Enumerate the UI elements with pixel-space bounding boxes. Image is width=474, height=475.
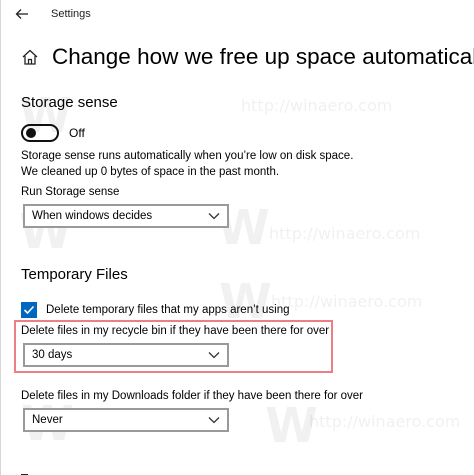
- checkmark-icon: [23, 305, 35, 315]
- watermark-text: http://winaero.com: [241, 96, 393, 115]
- home-icon[interactable]: [21, 48, 39, 66]
- storage-sense-toggle-row: Off: [21, 124, 85, 142]
- downloads-folder-label: Delete files in my Downloads folder if t…: [21, 390, 363, 402]
- delete-temp-files-label: Delete temporary files that my apps aren…: [46, 304, 290, 316]
- run-storage-sense-label: Run Storage sense: [21, 186, 120, 198]
- run-storage-sense-value: When windows decides: [32, 210, 153, 222]
- toggle-knob: [26, 128, 36, 138]
- next-section-heading-cut: [21, 466, 31, 475]
- title-bar: Settings: [1, 0, 474, 30]
- delete-temp-files-checkbox[interactable]: [21, 302, 37, 318]
- storage-sense-description-line1: Storage sense runs automatically when yo…: [21, 150, 354, 162]
- storage-sense-description-line2: We cleaned up 0 bytes of space in the pa…: [21, 166, 280, 178]
- toggle-state-label: Off: [69, 126, 85, 140]
- downloads-folder-dropdown[interactable]: Never: [23, 408, 229, 432]
- storage-sense-heading: Storage sense: [21, 94, 118, 111]
- run-storage-sense-dropdown[interactable]: When windows decides: [23, 204, 229, 228]
- settings-window: W http://winaero.com W http://winaero.co…: [0, 0, 474, 475]
- page-header: Change how we free up space automaticall…: [21, 42, 474, 72]
- chevron-down-icon: [208, 352, 220, 359]
- delete-temp-files-row: Delete temporary files that my apps aren…: [21, 302, 290, 318]
- back-button[interactable]: [11, 4, 35, 24]
- temporary-files-heading: Temporary Files: [21, 266, 128, 283]
- recycle-bin-label: Delete files in my recycle bin if they h…: [21, 325, 330, 337]
- page-title: Change how we free up space automaticall…: [52, 44, 474, 69]
- downloads-folder-value: Never: [32, 414, 63, 426]
- watermark-text: http://winaero.com: [269, 224, 421, 243]
- recycle-bin-value: 30 days: [32, 349, 73, 361]
- watermark-text: http://winaero.com: [271, 292, 423, 311]
- back-arrow-icon: [15, 9, 28, 19]
- chevron-down-icon: [208, 213, 220, 220]
- watermark-letter: W: [265, 398, 318, 454]
- watermark-text: http://winaero.com: [309, 412, 461, 431]
- cut-off-glyph: [21, 474, 28, 475]
- chevron-down-icon: [208, 417, 220, 424]
- app-title: Settings: [51, 8, 91, 20]
- storage-sense-toggle[interactable]: [21, 124, 59, 142]
- recycle-bin-dropdown[interactable]: 30 days: [23, 343, 229, 367]
